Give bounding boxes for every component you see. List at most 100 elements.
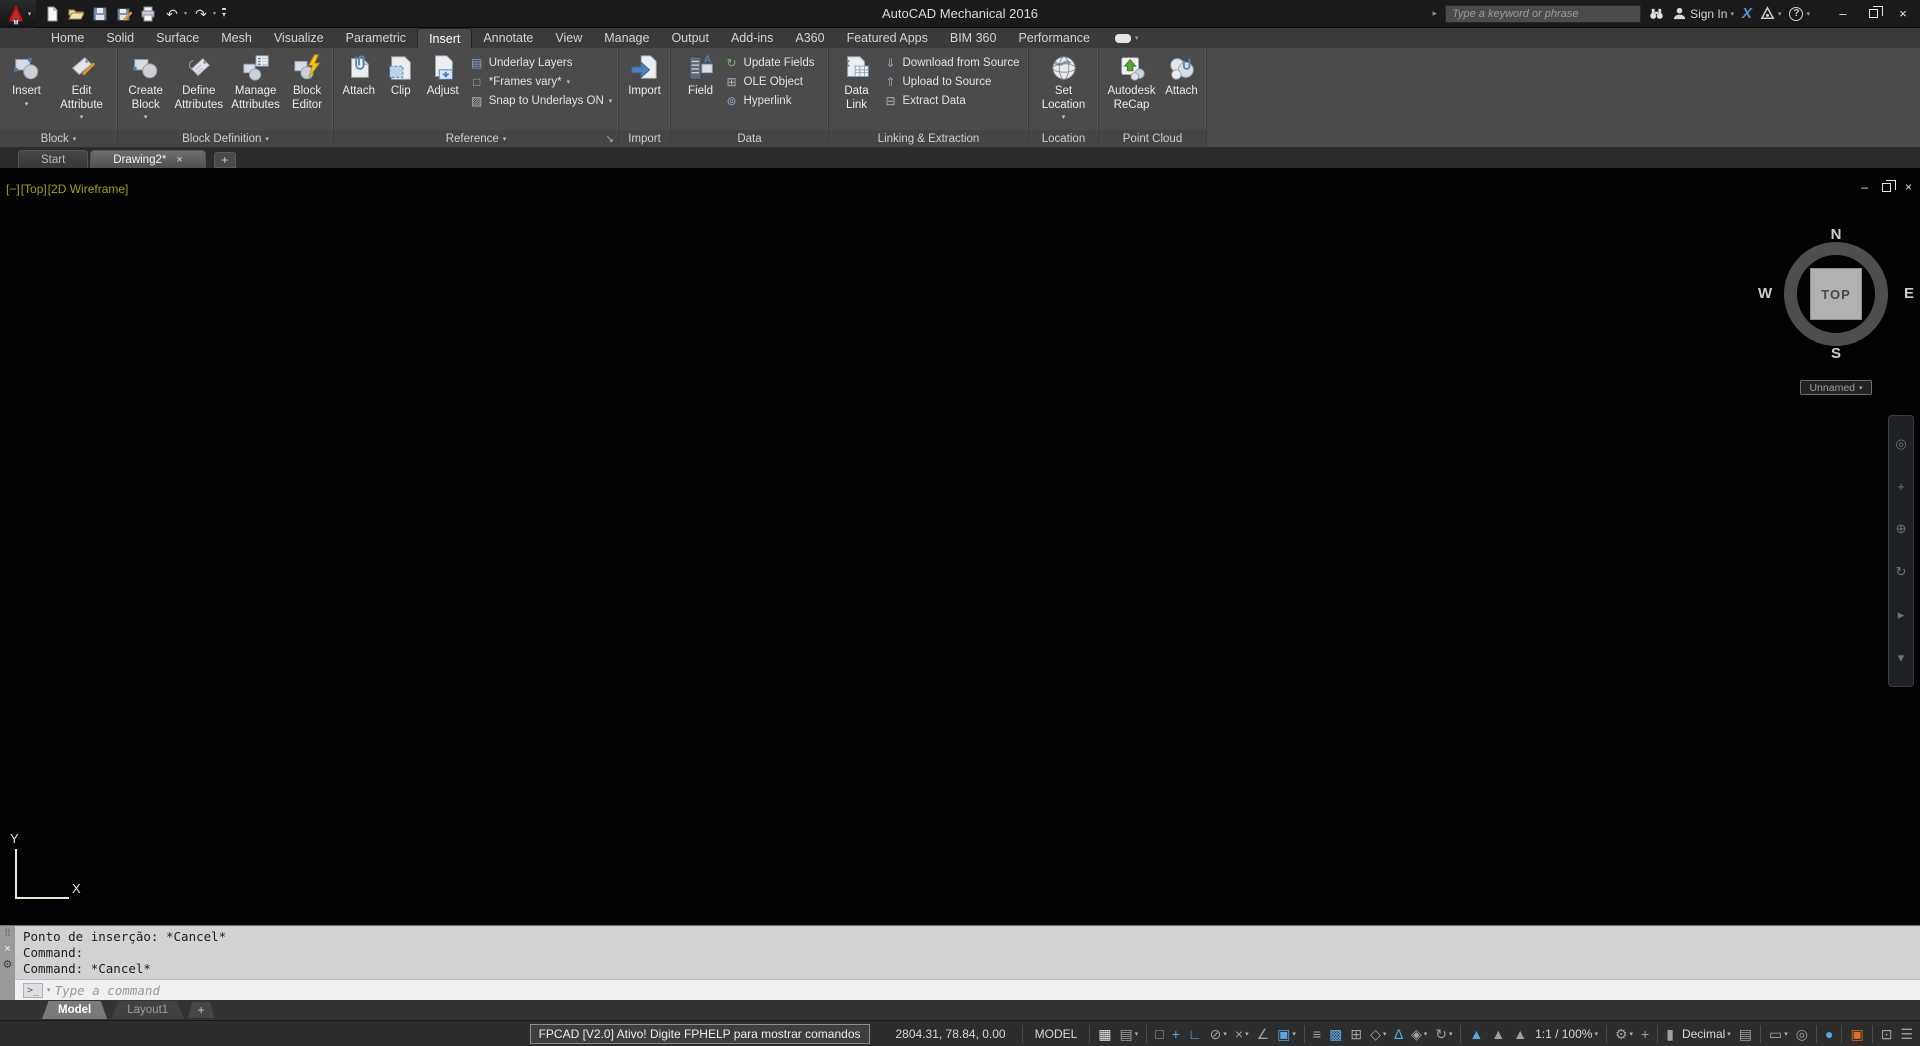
grid-icon[interactable]: ▦ [1094,1023,1115,1045]
manage-attributes-button[interactable]: Manage Attributes [228,51,283,113]
drawing-minimize-button[interactable]: – [1861,180,1868,194]
create-block-button[interactable]: Create Block ▾ [122,51,169,122]
define-attributes-button[interactable]: Define Attributes [171,51,226,113]
viewcube-south[interactable]: S [1756,345,1916,362]
tab-solid[interactable]: Solid [95,28,145,48]
3d-object-snap-icon[interactable]: ◇▾ [1366,1023,1390,1045]
exchange-apps-icon[interactable]: X [1742,5,1752,22]
navbar-caret-icon[interactable]: ▾ [1898,650,1905,666]
attach-point-cloud-button[interactable]: Attach [1162,51,1202,100]
viewport-controls-menu[interactable]: [−] [6,182,20,196]
panel-import-caption[interactable]: Import [619,130,670,147]
underlay-layers-button[interactable]: ▤ Underlay Layers [467,55,616,71]
restore-button[interactable] [1858,3,1888,25]
tab-manage[interactable]: Manage [593,28,660,48]
tab-model[interactable]: Model [42,1001,107,1019]
frames-vary-button[interactable]: □ *Frames vary* ▾ [467,74,616,90]
viewcube-top-face[interactable]: TOP [1810,268,1862,320]
search-button[interactable] [1649,6,1664,21]
orbit-icon[interactable]: ↻ [1896,564,1907,580]
tab-layout1[interactable]: Layout1 [111,1001,184,1019]
hardware-acceleration-icon[interactable]: ▭▾ [1765,1023,1792,1045]
tab-parametric[interactable]: Parametric [335,28,417,48]
annotation-scale-icon[interactable]: ▲ [1509,1023,1531,1045]
isometric-drafting-icon[interactable]: ×▾ [1231,1023,1253,1045]
viewcube[interactable]: N S W E TOP [1756,214,1916,374]
viewport-canvas[interactable]: [−] [Top] [2D Wireframe] – × N S W E TOP… [0,168,1920,925]
adjust-button[interactable]: Adjust [421,51,465,100]
lineweight-icon[interactable]: ≡ [1309,1023,1325,1045]
viewcube-north[interactable]: N [1756,226,1916,243]
upload-to-source-button[interactable]: ⇑ Upload to Source [881,74,1023,90]
new-drawing-button[interactable] [42,4,62,24]
selection-filtering-icon[interactable]: ◈▾ [1407,1023,1431,1045]
dynamic-input-icon[interactable]: + [1168,1023,1184,1045]
units-icon[interactable]: ▮ [1662,1023,1678,1045]
ole-object-button[interactable]: ⊞ OLE Object [722,74,818,90]
tab-visualize[interactable]: Visualize [263,28,335,48]
navigation-bar[interactable]: ◎ + ⊕ ↻ ▸ ▾ [1888,415,1914,687]
coordinates-display[interactable]: 2804.31, 78.84, 0.00 [896,1027,1006,1041]
panel-location-caption[interactable]: Location [1029,130,1098,147]
save-button[interactable] [90,4,110,24]
tab-home[interactable]: Home [40,28,95,48]
command-drag-grip[interactable]: ⠿ [4,928,11,939]
showmotion-icon[interactable]: ▸ [1898,607,1905,623]
command-input[interactable] [55,983,1920,998]
pan-icon[interactable]: + [1897,479,1905,494]
gizmo-icon[interactable]: ↻▾ [1431,1023,1456,1045]
app-menu-button[interactable]: M ▾ [0,0,36,28]
snap-mode-icon[interactable]: ▤▾ [1116,1023,1143,1045]
clip-button[interactable]: Clip [383,51,419,100]
panel-point-cloud-caption[interactable]: Point Cloud [1099,130,1206,147]
full-navigation-wheel-icon[interactable]: ◎ [1895,436,1906,452]
tab-mesh[interactable]: Mesh [210,28,263,48]
tab-add-ins[interactable]: Add-ins [720,28,784,48]
tab-featured-apps[interactable]: Featured Apps [836,28,939,48]
tab-surface[interactable]: Surface [145,28,210,48]
workspace-switching-icon[interactable]: ⚙▾ [1611,1023,1637,1045]
panel-data-caption[interactable]: Data [671,130,828,147]
drawing-close-button[interactable]: × [1905,180,1912,194]
annotation-scale-value[interactable]: 1:1 / 100%▾ [1531,1023,1602,1045]
infocenter-expander-icon[interactable]: ▸ [1433,8,1438,19]
object-snap-tracking-icon[interactable]: ∠ [1253,1023,1274,1045]
open-drawing-button[interactable] [66,4,86,24]
qat-customize-button[interactable]: ▾ [222,8,226,19]
hyperlink-button[interactable]: ⊚ Hyperlink [722,93,818,109]
extract-data-button[interactable]: ⊟ Extract Data [881,93,1023,109]
command-customize-icon[interactable]: ⚙ [3,960,13,971]
ribbon-display-toggle[interactable]: ▾ [1115,28,1139,48]
data-link-button[interactable]: Data Link [835,51,879,113]
plot-button[interactable] [138,4,158,24]
save-as-button[interactable] [114,4,134,24]
viewcube-west[interactable]: W [1758,285,1772,302]
fpcad-status-button[interactable]: FPCAD [V2.0] Ativo! Digite FPHELP para m… [530,1024,870,1044]
panel-reference-caption[interactable]: Reference ▾ ↘ [334,130,618,147]
transparency-icon[interactable]: ▩ [1325,1023,1346,1045]
tab-performance[interactable]: Performance [1007,28,1101,48]
viewcube-east[interactable]: E [1904,285,1914,302]
file-tab-start[interactable]: Start [18,150,88,168]
file-tab-drawing2[interactable]: Drawing2* × [90,150,206,168]
app-manager-badge-icon[interactable]: ▣ [1846,1023,1867,1045]
attach-reference-button[interactable]: Attach [337,51,381,100]
tab-insert[interactable]: Insert [417,28,472,48]
search-input[interactable] [1445,5,1641,23]
field-button[interactable]: A Field [682,51,720,100]
drawing-restore-button[interactable] [1882,183,1891,192]
customization-icon[interactable]: ☰ [1896,1023,1917,1045]
ortho-mode-icon[interactable]: ∟ [1184,1023,1206,1045]
panel-block-definition-caption[interactable]: Block Definition ▾ [118,130,333,147]
minimize-button[interactable]: – [1828,3,1858,25]
undo-button[interactable]: ↶ [162,4,182,24]
close-button[interactable]: × [1888,3,1918,25]
clean-screen-icon[interactable]: ⊡ [1877,1023,1897,1045]
reference-dialog-launcher[interactable]: ↘ [606,134,614,145]
autodesk-recap-button[interactable]: Autodesk ReCap [1104,51,1160,113]
graphics-performance-icon[interactable]: ● [1821,1023,1837,1045]
isolate-objects-icon[interactable]: ◎ [1792,1023,1812,1045]
help-button[interactable]: ? ▾ [1789,7,1810,21]
set-location-button[interactable]: Set Location ▾ [1034,51,1094,122]
file-tab-close-icon[interactable]: × [176,154,182,166]
